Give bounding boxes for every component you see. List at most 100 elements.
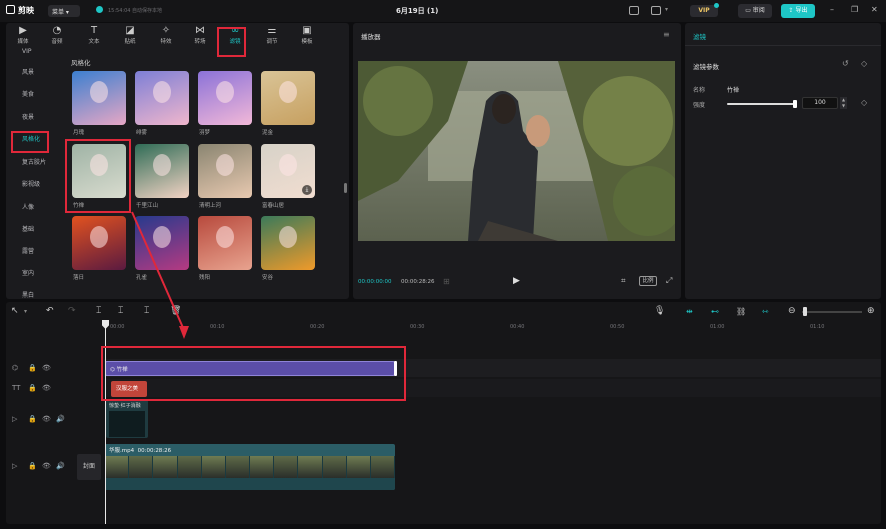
microphone-icon[interactable]: 🎙 bbox=[654, 306, 665, 316]
export-button[interactable]: ⇪ 导出 bbox=[781, 4, 815, 18]
layout-dropdown-icon[interactable]: ▾ bbox=[665, 6, 668, 13]
filter-thumbnail[interactable] bbox=[135, 71, 189, 125]
video-preview[interactable] bbox=[358, 61, 675, 241]
link-icon[interactable]: ⛓ bbox=[736, 307, 746, 316]
undo-icon[interactable]: ↶ bbox=[46, 306, 54, 316]
sticker-track-lock-icon[interactable]: 🔒 bbox=[28, 415, 37, 423]
category-item[interactable]: 人像 bbox=[6, 198, 60, 218]
audio-video-clip[interactable]: 惊蛰·红子消融 bbox=[106, 400, 148, 438]
ruler-tick-label: 00:30 bbox=[410, 324, 425, 330]
main-track-eye-icon[interactable]: 👁 bbox=[42, 462, 51, 470]
delete-icon[interactable]: 🗑 bbox=[170, 306, 181, 316]
filter-thumbnail[interactable]: ⤓ bbox=[261, 144, 315, 198]
redo-icon[interactable]: ↷ bbox=[68, 306, 76, 316]
zoom-slider[interactable] bbox=[802, 311, 862, 313]
tab-text[interactable]: T 文本 bbox=[79, 25, 109, 45]
main-track-magnet-icon[interactable]: ⇹ bbox=[686, 307, 693, 316]
audio-icon: ◔ bbox=[52, 25, 62, 36]
main-video-clip[interactable]: 华服.mp4 00:00:28:26 bbox=[105, 444, 395, 490]
filter-thumbnail[interactable] bbox=[198, 216, 252, 270]
filter-thumbnail-subject bbox=[279, 226, 297, 248]
text-track-lock-icon[interactable]: 🔒 bbox=[28, 384, 37, 392]
category-item[interactable]: 基础 bbox=[6, 220, 60, 240]
filter-thumbnail[interactable] bbox=[198, 71, 252, 125]
category-item[interactable]: 黑白 bbox=[6, 286, 60, 299]
tab-template[interactable]: ▣ 模板 bbox=[292, 25, 322, 45]
trim-left-icon[interactable]: ⌶ bbox=[118, 306, 123, 316]
category-item[interactable]: 室内 bbox=[6, 264, 60, 284]
keyframe-icon[interactable]: ◇ bbox=[861, 59, 867, 68]
main-track-lock-icon[interactable]: 🔒 bbox=[28, 462, 37, 470]
zoom-in-icon[interactable]: ⊕ bbox=[867, 306, 875, 316]
filmstrip-frame bbox=[225, 456, 251, 478]
tab-effects[interactable]: ✧ 特效 bbox=[151, 25, 181, 45]
main-video-clip-duration: 00:00:28:26 bbox=[137, 448, 172, 454]
tab-transition[interactable]: ⋈ 转场 bbox=[185, 25, 215, 45]
filter-thumbnail[interactable] bbox=[135, 216, 189, 270]
text-track-eye-icon[interactable]: 👁 bbox=[42, 384, 51, 392]
strength-stepper[interactable]: ▲ ▼ bbox=[840, 97, 847, 109]
tab-label: 模板 bbox=[301, 39, 313, 45]
panel-scrollbar[interactable] bbox=[344, 183, 347, 193]
close-icon[interactable]: ✕ bbox=[871, 5, 878, 14]
sticker-track-audio-icon[interactable]: 🔊 bbox=[56, 415, 65, 423]
split-icon[interactable]: ⌶ bbox=[96, 306, 101, 316]
filter-thumbnail[interactable] bbox=[72, 216, 126, 270]
playhead-handle[interactable] bbox=[102, 320, 109, 329]
grid-view-icon[interactable]: ⊞ bbox=[443, 277, 450, 286]
tab-label: 调节 bbox=[266, 39, 278, 45]
filter-label: 千里江山 bbox=[136, 203, 159, 209]
strength-input[interactable]: 100 bbox=[802, 97, 838, 109]
project-title[interactable]: 6月19日 (1) bbox=[396, 6, 438, 16]
fullscreen-crop-icon[interactable]: ⌗ bbox=[621, 276, 626, 286]
category-item[interactable]: 复古胶片 bbox=[6, 153, 60, 173]
minimize-icon[interactable]: – bbox=[830, 5, 834, 14]
filter-track-lock-icon[interactable]: 🔒 bbox=[28, 364, 37, 372]
strength-slider-handle[interactable] bbox=[793, 100, 797, 108]
aspect-ratio-button[interactable]: 比例 bbox=[639, 276, 657, 286]
filter-label: 月瑰 bbox=[73, 130, 85, 136]
layout-icon[interactable] bbox=[651, 6, 661, 15]
category-item[interactable]: 美食 bbox=[6, 85, 60, 105]
select-tool-icon[interactable]: ↖ bbox=[11, 306, 19, 316]
category-item[interactable]: 露营 bbox=[6, 242, 60, 262]
tab-sticker[interactable]: ◪ 贴纸 bbox=[115, 25, 145, 45]
text-track-icon: TT bbox=[12, 384, 21, 392]
filter-thumbnail[interactable] bbox=[261, 216, 315, 270]
strength-keyframe-icon[interactable]: ◇ bbox=[861, 98, 867, 107]
tab-adjust[interactable]: ⚌ 调节 bbox=[257, 25, 287, 45]
main-track-audio-icon[interactable]: 🔊 bbox=[56, 462, 65, 470]
menu-button[interactable]: 菜单 ▾ bbox=[48, 5, 80, 17]
category-item[interactable]: VIP bbox=[6, 42, 60, 62]
filter-label: 富春山居 bbox=[262, 203, 285, 209]
strength-slider[interactable] bbox=[727, 100, 797, 108]
filter-track-eye-icon[interactable]: 👁 bbox=[42, 364, 51, 372]
filter-thumbnail[interactable] bbox=[198, 144, 252, 198]
review-button[interactable]: ▭ 审阅 bbox=[738, 4, 772, 18]
fullscreen-icon[interactable]: ⤢ bbox=[666, 276, 672, 286]
sticker-track-eye-icon[interactable]: 👁 bbox=[42, 415, 51, 423]
reset-icon[interactable]: ↺ bbox=[842, 59, 849, 68]
play-icon[interactable]: ▶ bbox=[513, 276, 520, 286]
filter-thumbnail[interactable] bbox=[72, 71, 126, 125]
select-tool-dropdown-icon[interactable]: ▾ bbox=[24, 308, 27, 315]
keyboard-icon[interactable] bbox=[629, 6, 639, 15]
category-item[interactable]: 影视级 bbox=[6, 175, 60, 195]
filter-thumbnail[interactable] bbox=[135, 144, 189, 198]
preview-axis-icon[interactable]: ⇿ bbox=[762, 307, 769, 316]
download-icon[interactable]: ⤓ bbox=[302, 185, 312, 195]
maximize-icon[interactable]: ❐ bbox=[851, 5, 858, 14]
zoom-out-icon[interactable]: ⊖ bbox=[788, 306, 796, 316]
text-icon: T bbox=[90, 25, 98, 36]
category-item[interactable]: 风景 bbox=[6, 63, 60, 83]
audio-video-clip-label: 惊蛰·红子消融 bbox=[109, 403, 141, 409]
category-item[interactable]: 夜景 bbox=[6, 108, 60, 128]
inspector-tab-filter[interactable]: 滤镜 bbox=[693, 31, 706, 41]
zoom-slider-handle[interactable] bbox=[803, 307, 807, 316]
player-menu-icon[interactable]: ≡ bbox=[663, 30, 670, 39]
annotation-box-timeline-clips bbox=[101, 346, 406, 401]
filter-thumbnail[interactable] bbox=[261, 71, 315, 125]
auto-snap-icon[interactable]: ⊷ bbox=[711, 307, 719, 316]
trim-right-icon[interactable]: ⌶ bbox=[144, 306, 149, 316]
cover-button[interactable]: 封面 bbox=[77, 454, 101, 480]
